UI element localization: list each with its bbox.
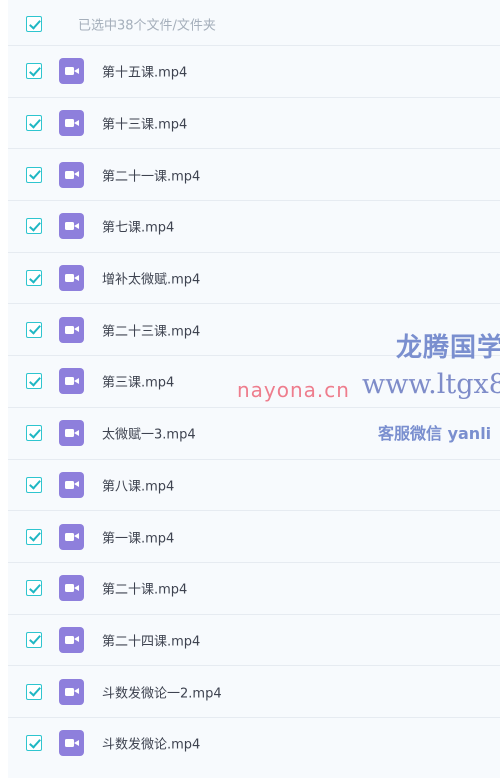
video-file-icon <box>59 626 84 653</box>
file-list: 第十五课.mp4 第十三课.mp4 第二十一课.mp4 第七课.mp4 增补太微… <box>8 45 500 769</box>
file-name[interactable]: 第三课.mp4 <box>102 372 174 391</box>
file-name[interactable]: 第十五课.mp4 <box>102 62 187 81</box>
file-row[interactable]: 第二十课.mp4 <box>8 561 500 614</box>
list-header: 已选中38个文件/文件夹 <box>8 0 500 48</box>
file-row[interactable]: 太微赋一3.mp4 <box>8 406 500 459</box>
file-name[interactable]: 增补太微赋.mp4 <box>102 269 200 288</box>
video-file-icon <box>59 110 84 137</box>
video-file-icon <box>59 420 84 447</box>
video-file-icon <box>59 730 84 757</box>
file-row[interactable]: 第十五课.mp4 <box>8 45 500 97</box>
select-all-checkbox[interactable] <box>26 16 42 32</box>
checkbox-checked-icon[interactable] <box>26 270 42 287</box>
file-row[interactable]: 第一课.mp4 <box>8 510 500 562</box>
file-name[interactable]: 第十三课.mp4 <box>102 114 187 133</box>
file-row[interactable]: 第二十三课.mp4 <box>8 303 500 355</box>
file-name[interactable]: 斗数发微论.mp4 <box>102 734 200 753</box>
file-row[interactable]: 第八课.mp4 <box>8 458 500 511</box>
file-name[interactable]: 第二十四课.mp4 <box>102 630 200 649</box>
video-file-icon <box>59 161 84 188</box>
checkbox-checked-icon[interactable] <box>26 373 42 390</box>
file-row[interactable]: 增补太微赋.mp4 <box>8 251 500 304</box>
file-row[interactable]: 第二十四课.mp4 <box>8 613 500 666</box>
file-name[interactable]: 第二十三课.mp4 <box>102 320 200 339</box>
checkbox-checked-icon[interactable] <box>26 321 42 338</box>
selection-count: 已选中38个文件/文件夹 <box>78 18 216 34</box>
file-name[interactable]: 第二十课.mp4 <box>102 579 187 598</box>
file-row[interactable]: 第二十一课.mp4 <box>8 148 500 200</box>
file-name[interactable]: 第七课.mp4 <box>102 217 174 236</box>
file-row[interactable]: 斗数发微论一2.mp4 <box>8 665 500 717</box>
video-file-icon <box>59 58 84 85</box>
file-name[interactable]: 太微赋一3.mp4 <box>102 424 196 443</box>
checkbox-checked-icon[interactable] <box>26 218 42 235</box>
video-file-icon <box>59 265 84 292</box>
checkbox-checked-icon[interactable] <box>26 580 42 597</box>
file-name[interactable]: 第二十一课.mp4 <box>102 165 200 184</box>
checkbox-checked-icon[interactable] <box>26 166 42 183</box>
file-row[interactable]: 第七课.mp4 <box>8 200 500 252</box>
file-row[interactable]: 第三课.mp4 <box>8 355 500 407</box>
video-file-icon <box>59 678 84 705</box>
checkbox-checked-icon[interactable] <box>26 683 42 700</box>
file-list-panel: 已选中38个文件/文件夹 第十五课.mp4 第十三课.mp4 第二十一课.mp4… <box>8 0 500 778</box>
checkbox-checked-icon[interactable] <box>26 735 42 752</box>
file-row[interactable]: 斗数发微论.mp4 <box>8 716 500 769</box>
checkbox-checked-icon[interactable] <box>26 631 42 648</box>
checkbox-checked-icon[interactable] <box>26 63 42 80</box>
video-file-icon <box>59 523 84 550</box>
video-file-icon <box>59 471 84 498</box>
video-file-icon <box>59 316 84 343</box>
video-file-icon <box>59 368 84 395</box>
checkbox-checked-icon[interactable] <box>26 476 42 493</box>
file-name[interactable]: 斗数发微论一2.mp4 <box>102 682 222 701</box>
video-file-icon <box>59 575 84 602</box>
file-name[interactable]: 第一课.mp4 <box>102 527 174 546</box>
checkbox-checked-icon[interactable] <box>26 528 42 545</box>
video-file-icon <box>59 213 84 240</box>
file-name[interactable]: 第八课.mp4 <box>102 475 174 494</box>
checkbox-checked-icon[interactable] <box>26 115 42 132</box>
file-row[interactable]: 第十三课.mp4 <box>8 96 500 149</box>
checkbox-checked-icon[interactable] <box>26 425 42 442</box>
